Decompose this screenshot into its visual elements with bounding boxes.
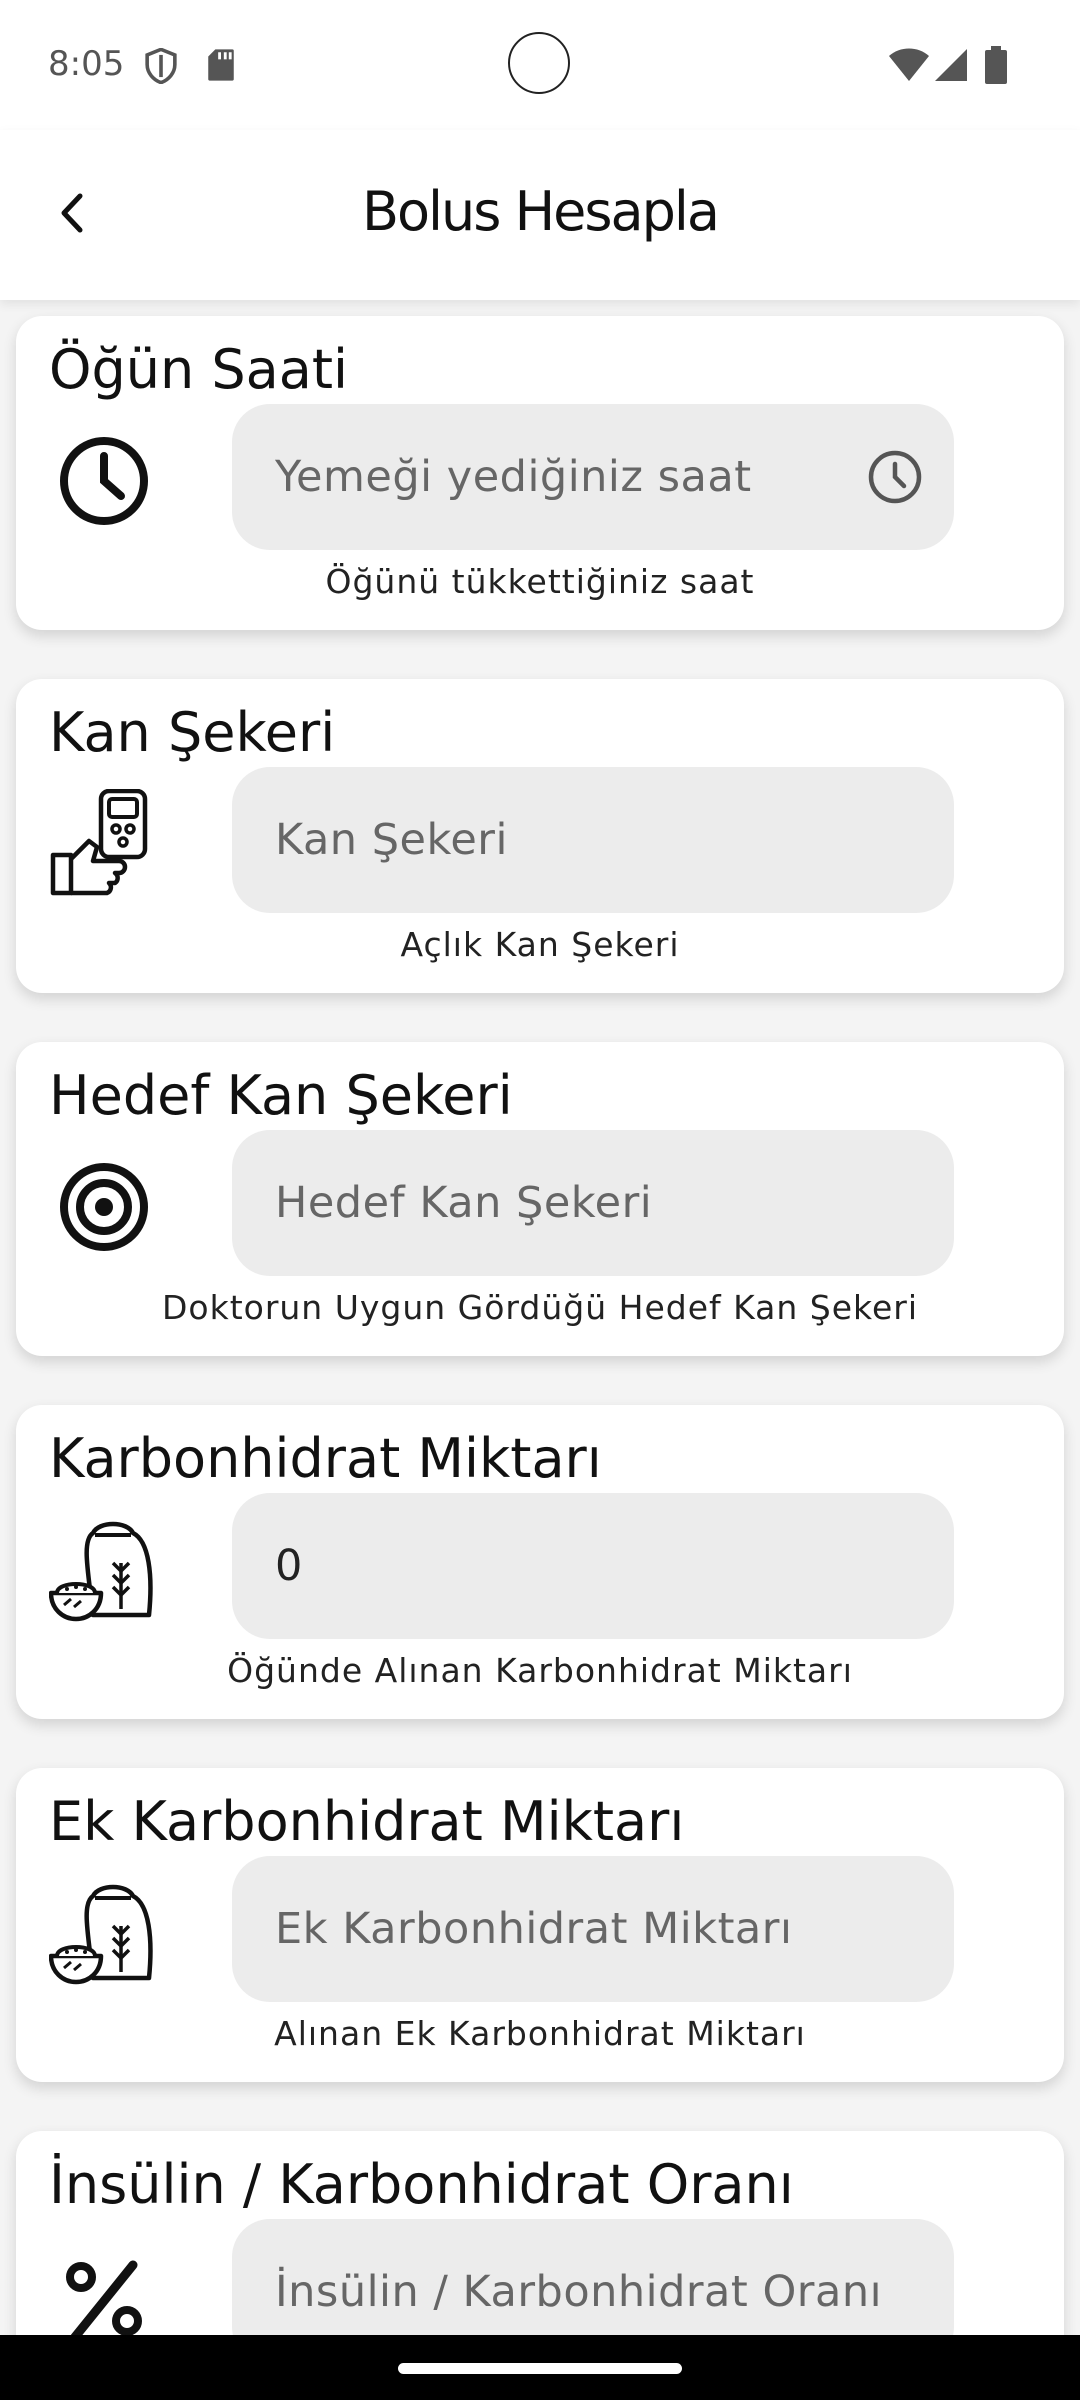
- card-title: Karbonhidrat Miktarı: [49, 1427, 602, 1490]
- card-title: Kan Şekeri: [49, 701, 336, 764]
- extra-carb-card: Ek Karbonhidrat Miktarı Ek Karbonhidrat …: [16, 1768, 1064, 2082]
- carb-amount-value: 0: [275, 1541, 303, 1591]
- target-blood-sugar-helper: Doktorun Uygun Gördüğü Hedef Kan Şekeri: [161, 1288, 919, 1327]
- grain-bag-icon: [48, 1515, 159, 1625]
- meal-time-input[interactable]: Yemeği yediğiniz saat: [232, 404, 954, 550]
- card-title: Öğün Saati: [49, 338, 349, 401]
- carb-amount-helper: Öğünde Alınan Karbonhidrat Miktarı: [227, 1651, 853, 1690]
- status-time: 8:05: [48, 44, 125, 84]
- camera-cutout: [508, 32, 570, 94]
- form-content[interactable]: Öğün Saati Yemeği yediğiniz saat Öğünü t…: [0, 300, 1080, 2335]
- signal-icon: [934, 48, 968, 86]
- app-bar: Bolus Hesapla: [0, 130, 1080, 300]
- extra-carb-input[interactable]: Ek Karbonhidrat Miktarı: [232, 1856, 954, 2002]
- page-title: Bolus Hesapla: [361, 180, 720, 243]
- meal-time-card: Öğün Saati Yemeği yediğiniz saat Öğünü t…: [16, 316, 1064, 630]
- target-blood-sugar-input[interactable]: Hedef Kan Şekeri: [232, 1130, 954, 1276]
- wifi-icon: [888, 48, 930, 86]
- blood-sugar-input[interactable]: Kan Şekeri: [232, 767, 954, 913]
- clock-icon: [49, 426, 159, 536]
- clock-icon[interactable]: [866, 448, 924, 506]
- target-blood-sugar-placeholder: Hedef Kan Şekeri: [275, 1178, 653, 1228]
- battery-icon: [984, 46, 1008, 88]
- navigation-bar: [0, 2335, 1080, 2400]
- insulin-carb-ratio-placeholder: İnsülin / Karbonhidrat Oranı: [275, 2267, 883, 2317]
- status-bar: 8:05: [0, 0, 1080, 130]
- percent-icon: [49, 2241, 159, 2335]
- meal-time-placeholder: Yemeği yediğiniz saat: [275, 452, 752, 502]
- card-title: Hedef Kan Şekeri: [49, 1064, 513, 1127]
- target-icon: [49, 1152, 159, 1262]
- target-blood-sugar-card: Hedef Kan Şekeri Hedef Kan Şekeri Doktor…: [16, 1042, 1064, 1356]
- carb-amount-input[interactable]: 0: [232, 1493, 954, 1639]
- card-title: Ek Karbonhidrat Miktarı: [49, 1790, 685, 1853]
- blood-sugar-placeholder: Kan Şekeri: [275, 815, 508, 865]
- insulin-carb-ratio-card: İnsülin / Karbonhidrat Oranı İnsülin / K…: [16, 2131, 1064, 2335]
- sd-card-icon: [206, 48, 236, 86]
- meal-time-helper: Öğünü tükkettiğiniz saat: [325, 562, 755, 601]
- glucose-meter-icon: [49, 788, 159, 899]
- shield-icon: [144, 47, 178, 88]
- blood-sugar-helper: Açlık Kan Şekeri: [400, 925, 680, 964]
- extra-carb-placeholder: Ek Karbonhidrat Miktarı: [275, 1904, 793, 1954]
- extra-carb-helper: Alınan Ek Karbonhidrat Miktarı: [274, 2014, 806, 2053]
- carb-amount-card: Karbonhidrat Miktarı 0 Öğünde Alınan Kar…: [16, 1405, 1064, 1719]
- insulin-carb-ratio-input[interactable]: İnsülin / Karbonhidrat Oranı: [232, 2219, 954, 2335]
- grain-bag-icon: [48, 1878, 159, 1988]
- home-gesture-handle[interactable]: [398, 2363, 682, 2374]
- card-title: İnsülin / Karbonhidrat Oranı: [49, 2153, 794, 2216]
- blood-sugar-card: Kan Şekeri Kan Şekeri Açlık Kan Şekeri: [16, 679, 1064, 993]
